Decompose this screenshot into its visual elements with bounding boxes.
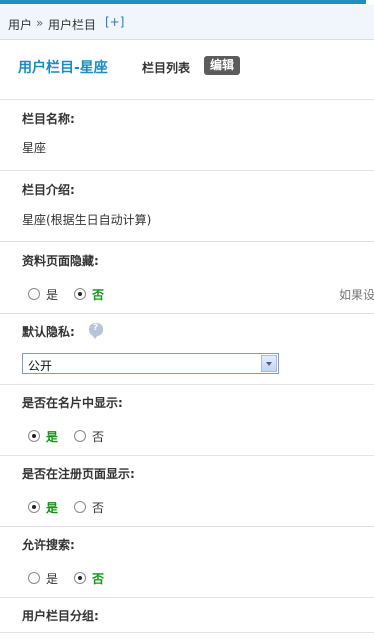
breadcrumb-root[interactable]: 用户 <box>8 16 32 33</box>
radio-search-yes[interactable] <box>28 572 40 584</box>
divider <box>0 313 374 314</box>
radio-register-yes[interactable] <box>28 501 40 513</box>
radio-hide-no-label: 否 <box>92 288 105 302</box>
radio-card-no[interactable] <box>74 430 86 442</box>
divider <box>0 384 374 385</box>
radio-card-yes[interactable] <box>28 430 40 442</box>
divider <box>0 170 374 171</box>
divider <box>0 99 374 100</box>
radio-hide-no[interactable] <box>74 288 86 300</box>
field-name-value: 星座 <box>22 141 47 155</box>
privacy-select[interactable]: 公开 <box>22 353 279 374</box>
divider <box>0 632 374 633</box>
radio-register-no[interactable] <box>74 501 86 513</box>
divider <box>0 526 374 527</box>
field-card-label: 是否在名片中显示: <box>22 396 123 410</box>
radio-register-yes-label: 是 <box>46 501 59 515</box>
field-privacy-label: 默认隐私: <box>22 325 75 339</box>
radio-card-yes-label: 是 <box>46 430 59 444</box>
radio-hide-yes[interactable] <box>28 288 40 300</box>
field-search-label: 允许搜索: <box>22 538 75 552</box>
field-intro-label: 栏目介绍: <box>22 183 75 197</box>
privacy-select-value: 公开 <box>28 359 53 373</box>
radio-search-no-label: 否 <box>92 572 105 586</box>
radio-card-no-label: 否 <box>92 430 105 444</box>
top-accent-line <box>0 0 366 4</box>
page-title: 用户栏目-星座 <box>18 60 108 76</box>
field-group-label: 用户栏目分组: <box>22 609 99 623</box>
field-name-label: 栏目名称: <box>22 112 75 126</box>
field-register-label: 是否在注册页面显示: <box>22 467 135 481</box>
breadcrumb-current[interactable]: 用户栏目 <box>48 16 96 33</box>
tab-category-list[interactable]: 栏目列表 <box>142 59 190 76</box>
divider <box>0 241 374 242</box>
radio-hide-yes-label: 是 <box>46 288 59 302</box>
field-hide-label: 资料页面隐藏: <box>22 254 99 268</box>
field-intro-value: 星座(根据生日自动计算) <box>22 213 152 227</box>
radio-register-no-label: 否 <box>92 501 105 515</box>
chevron-down-icon[interactable] <box>261 355 277 372</box>
radio-search-yes-label: 是 <box>46 572 59 586</box>
divider <box>0 455 374 456</box>
breadcrumb-separator: » <box>36 16 44 30</box>
field-hide-hint: 如果设 <box>339 288 374 302</box>
radio-search-no[interactable] <box>74 572 86 584</box>
breadcrumb: 用户 » 用户栏目 [+] <box>0 5 374 40</box>
question-bubble-icon[interactable] <box>89 323 103 339</box>
divider <box>0 597 374 598</box>
add-category-link[interactable]: [+] <box>105 15 124 29</box>
tab-edit[interactable]: 编辑 <box>204 56 241 75</box>
